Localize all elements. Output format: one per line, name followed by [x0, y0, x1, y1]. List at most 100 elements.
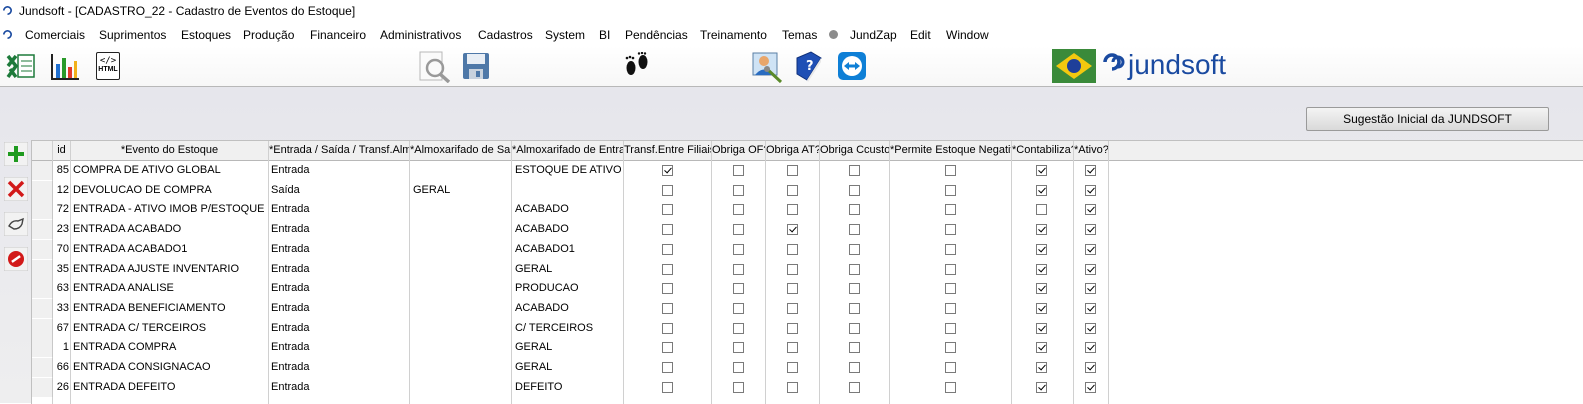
checkbox-contabiliza[interactable]	[1036, 283, 1047, 295]
checkbox-obriga-at[interactable]	[787, 204, 798, 216]
checkbox-transf-filiais[interactable]	[662, 342, 673, 354]
checkbox-obriga-of[interactable]	[733, 204, 744, 216]
checkbox-obriga-at[interactable]	[787, 302, 798, 314]
checkbox-contabiliza[interactable]	[1036, 243, 1047, 255]
checkbox-obriga-at[interactable]	[787, 283, 798, 295]
menu-treinamento[interactable]: Treinamento	[700, 28, 767, 42]
cell-tipo[interactable]: Entrada	[271, 161, 407, 180]
help-book-icon[interactable]: ?	[793, 50, 825, 82]
checkbox-obriga-ccusto[interactable]	[849, 204, 860, 216]
cell-almox-entrada[interactable]	[515, 181, 621, 200]
checkbox-obriga-of[interactable]	[733, 263, 744, 275]
row-selector[interactable]	[32, 338, 53, 358]
checkbox-contabiliza[interactable]	[1036, 342, 1047, 354]
html-icon[interactable]: </> HTML	[96, 52, 120, 80]
checkbox-obriga-at[interactable]	[787, 165, 798, 176]
cell-almox-saida[interactable]	[413, 220, 509, 239]
checkbox-obriga-of[interactable]	[733, 362, 744, 373]
cancel-icon[interactable]	[4, 247, 28, 271]
checkbox-obriga-at[interactable]	[787, 243, 798, 255]
checkbox-obriga-ccusto[interactable]	[849, 362, 860, 373]
excel-icon[interactable]	[6, 52, 36, 80]
col-header-obriga-at[interactable]: Obriga AT?	[766, 141, 820, 160]
cell-evento[interactable]: DEVOLUCAO DE COMPRA	[73, 181, 267, 200]
checkbox-transf-filiais[interactable]	[662, 165, 673, 176]
menu-edit[interactable]: Edit	[910, 28, 931, 42]
cell-id[interactable]: 85	[53, 161, 69, 180]
cell-almox-entrada[interactable]: ESTOQUE DE ATIVO	[515, 161, 621, 180]
cell-almox-saida[interactable]	[413, 319, 509, 338]
delete-icon[interactable]	[4, 177, 28, 201]
checkbox-obriga-at[interactable]	[787, 224, 798, 236]
col-header-tipo[interactable]: *Entrada / Saída / Transf.Almox.	[269, 141, 410, 160]
checkbox-transf-filiais[interactable]	[662, 204, 673, 216]
checkbox-ativo[interactable]	[1085, 224, 1096, 236]
table-row[interactable]: 12 DEVOLUCAO DE COMPRA Saída GERAL	[32, 180, 1583, 201]
checkbox-obriga-of[interactable]	[733, 184, 744, 196]
cell-evento[interactable]: COMPRA DE ATIVO GLOBAL	[73, 161, 267, 180]
cell-almox-entrada[interactable]: ACABADO	[515, 200, 621, 219]
checkbox-ativo[interactable]	[1085, 322, 1096, 334]
checkbox-permite-negativo[interactable]	[945, 184, 956, 196]
checkbox-permite-negativo[interactable]	[945, 283, 956, 295]
cell-almox-entrada[interactable]: GERAL	[515, 338, 621, 357]
save-icon[interactable]	[462, 52, 490, 80]
checkbox-obriga-ccusto[interactable]	[849, 381, 860, 393]
menu-cadastros[interactable]: Cadastros	[478, 28, 533, 42]
checkbox-obriga-of[interactable]	[733, 165, 744, 176]
cell-tipo[interactable]: Entrada	[271, 299, 407, 318]
table-row[interactable]: 85 COMPRA DE ATIVO GLOBAL Entrada ESTOQUE D…	[32, 161, 1583, 181]
cell-tipo[interactable]: Entrada	[271, 240, 407, 259]
cell-evento[interactable]: ENTRADA AJUSTE INVENTARIO	[73, 260, 267, 279]
cell-evento[interactable]: ENTRADA ANALISE	[73, 279, 267, 298]
col-header-almox-entrada[interactable]: *Almoxarifado de Entrada	[512, 141, 624, 160]
checkbox-ativo[interactable]	[1085, 342, 1096, 354]
cell-id[interactable]: 70	[53, 240, 69, 259]
cell-almox-saida[interactable]	[413, 260, 509, 279]
cell-id[interactable]: 67	[53, 319, 69, 338]
checkbox-permite-negativo[interactable]	[945, 381, 956, 393]
checkbox-permite-negativo[interactable]	[945, 362, 956, 373]
cell-tipo[interactable]: Entrada	[271, 319, 407, 338]
cell-almox-entrada[interactable]: PRODUCAO	[515, 279, 621, 298]
checkbox-permite-negativo[interactable]	[945, 322, 956, 334]
cell-almox-saida[interactable]	[413, 279, 509, 298]
col-header-evento[interactable]: *Evento do Estoque	[71, 141, 269, 160]
checkbox-transf-filiais[interactable]	[662, 302, 673, 314]
checkbox-transf-filiais[interactable]	[662, 263, 673, 275]
table-row[interactable]: 72 ENTRADA - ATIVO IMOB P/ESTOQUE Entrada A…	[32, 200, 1583, 220]
footsteps-icon[interactable]	[622, 52, 652, 80]
cell-evento[interactable]: ENTRADA - ATIVO IMOB P/ESTOQUE	[73, 200, 267, 219]
cell-tipo[interactable]: Entrada	[271, 200, 407, 219]
row-selector[interactable]	[32, 377, 53, 397]
search-icon[interactable]	[418, 51, 452, 83]
cell-tipo[interactable]: Entrada	[271, 338, 407, 357]
table-row[interactable]: 23 ENTRADA ACABADO Entrada ACABADO	[32, 220, 1583, 240]
cell-evento[interactable]: ENTRADA BENEFICIAMENTO	[73, 299, 267, 318]
cell-tipo[interactable]: Entrada	[271, 378, 407, 397]
checkbox-obriga-of[interactable]	[733, 302, 744, 314]
table-row[interactable]: 63 ENTRADA ANALISE Entrada PRODUCAO	[32, 279, 1583, 299]
checkbox-transf-filiais[interactable]	[662, 224, 673, 236]
checkbox-obriga-ccusto[interactable]	[849, 243, 860, 255]
checkbox-permite-negativo[interactable]	[945, 165, 956, 176]
cell-evento[interactable]: ENTRADA ACABADO	[73, 220, 267, 239]
menu-producao[interactable]: Produção	[243, 28, 294, 42]
checkbox-permite-negativo[interactable]	[945, 342, 956, 354]
checkbox-ativo[interactable]	[1085, 263, 1096, 275]
checkbox-obriga-at[interactable]	[787, 362, 798, 373]
checkbox-transf-filiais[interactable]	[662, 362, 673, 373]
cell-almox-saida[interactable]	[413, 240, 509, 259]
checkbox-obriga-ccusto[interactable]	[849, 263, 860, 275]
cell-tipo[interactable]: Entrada	[271, 279, 407, 298]
table-row[interactable]: 66 ENTRADA CONSIGNACAO Entrada GERAL	[32, 358, 1583, 378]
checkbox-ativo[interactable]	[1085, 243, 1096, 255]
checkbox-obriga-of[interactable]	[733, 283, 744, 295]
checkbox-permite-negativo[interactable]	[945, 204, 956, 216]
cell-almox-entrada[interactable]: ACABADO	[515, 220, 621, 239]
checkbox-obriga-at[interactable]	[787, 263, 798, 275]
suggest-initial-button[interactable]: Sugestão Inicial da JUNDSOFT	[1306, 107, 1549, 131]
checkbox-obriga-ccusto[interactable]	[849, 224, 860, 236]
checkbox-obriga-of[interactable]	[733, 342, 744, 354]
cell-tipo[interactable]: Entrada	[271, 260, 407, 279]
